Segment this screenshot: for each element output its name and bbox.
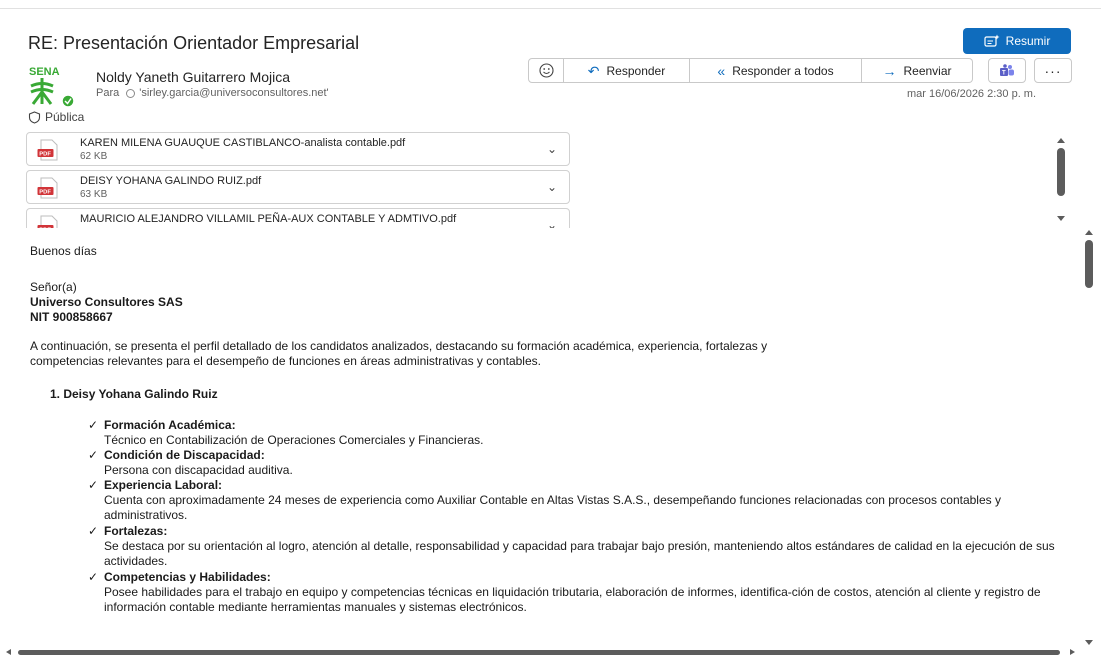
sender-name[interactable]: Noldy Yaneth Guitarrero Mojica: [96, 69, 290, 85]
forward-label: Reenviar: [903, 63, 952, 78]
more-actions-button[interactable]: ···: [1034, 58, 1072, 83]
recipient-line: Para 'sirley.garcia@universoconsultores.…: [96, 87, 329, 99]
forward-arrow-icon: →: [882, 62, 897, 79]
attachment-size: 63 KB: [80, 189, 108, 200]
to-label: Para: [96, 87, 120, 99]
section-label: Condición de Discapacidad:: [104, 448, 265, 462]
email-subject: RE: Presentación Orientador Empresarial: [28, 33, 360, 53]
intro-line: competencias relevantes para el desempeñ…: [30, 354, 541, 368]
svg-text:PDF: PDF: [39, 227, 51, 228]
attachment-item[interactable]: PDF DEISY YOHANA GALINDO RUIZ.pdf 63 KB …: [26, 170, 570, 204]
teams-group: T: [988, 58, 1026, 83]
candidate-title: 1. Deisy Yohana Galindo Ruiz: [50, 387, 218, 401]
reply-button[interactable]: ↶ Responder: [564, 58, 690, 83]
sensitivity-text: Pública: [45, 110, 85, 124]
attachment-list: PDF KAREN MILENA GUAUQUE CASTIBLANCO-ana…: [26, 132, 574, 228]
scroll-thumb: [18, 650, 1060, 655]
section-text: Persona con discapacidad auditiva.: [104, 463, 293, 477]
scroll-down-arrow-icon: [1085, 640, 1093, 645]
section-text: Se destaca por su orientación al logro, …: [104, 539, 1055, 568]
presence-available-icon: [61, 94, 75, 108]
scroll-right-arrow-icon: [1070, 649, 1075, 655]
pdf-icon: PDF: [37, 215, 58, 228]
attachment-size: 62 KB: [80, 151, 108, 162]
summarize-icon: [984, 34, 1000, 47]
company-nit: NIT 900858667: [30, 310, 113, 324]
section-text: Cuenta con aproximadamente 24 meses de e…: [104, 493, 1001, 522]
pdf-icon: PDF: [37, 139, 58, 161]
forward-button[interactable]: → Reenviar: [862, 58, 973, 83]
attachment-name: DEISY YOHANA GALINDO RUIZ.pdf: [80, 175, 262, 187]
attachment-item[interactable]: PDF KAREN MILENA GUAUQUE CASTIBLANCO-ana…: [26, 132, 570, 166]
summarize-button[interactable]: Resumir: [963, 28, 1071, 54]
recipient-presence-icon: [126, 88, 136, 98]
section-label: Formación Académica:: [104, 418, 236, 432]
chevron-down-icon[interactable]: ⌄: [547, 218, 557, 228]
scroll-thumb: [1085, 240, 1093, 288]
logo-text: SENA: [29, 66, 60, 78]
reply-all-arrow-icon: «: [717, 62, 726, 79]
scroll-thumb: [1057, 148, 1065, 196]
reply-all-button[interactable]: « Responder a todos: [690, 58, 862, 83]
reply-arrow-icon: ↶: [587, 62, 600, 79]
checkmark-icon: ✓: [88, 524, 99, 538]
svg-text:PDF: PDF: [39, 189, 51, 195]
checkmark-icon: ✓: [88, 478, 99, 492]
recipient-address[interactable]: 'sirley.garcia@universoconsultores.net': [139, 87, 328, 99]
reply-label: Responder: [606, 63, 666, 78]
more-icon: ···: [1044, 62, 1062, 79]
body-scrollbar[interactable]: [1079, 226, 1099, 646]
sender-avatar-logo: SENA: [29, 66, 75, 108]
attachments-scrollbar[interactable]: [1053, 134, 1069, 226]
summarize-label: Resumir: [1005, 34, 1051, 48]
section-label: Fortalezas:: [104, 524, 168, 538]
scroll-up-arrow-icon: [1085, 230, 1093, 235]
attachment-name: KAREN MILENA GUAUQUE CASTIBLANCO-analist…: [80, 137, 406, 149]
teams-chat-button[interactable]: T: [988, 58, 1026, 83]
chevron-down-icon[interactable]: ⌄: [547, 180, 557, 194]
checkmark-icon: ✓: [88, 448, 99, 462]
section-label: Experiencia Laboral:: [104, 478, 223, 492]
emoji-icon: [538, 63, 554, 78]
emoji-reaction-button[interactable]: [528, 58, 564, 83]
chevron-down-icon[interactable]: ⌄: [547, 142, 557, 156]
more-group: ···: [1034, 58, 1072, 83]
svg-text:PDF: PDF: [39, 151, 51, 157]
section-label: Competencias y Habilidades:: [104, 570, 271, 584]
checkmark-icon: ✓: [88, 570, 99, 584]
scroll-left-arrow-icon: [6, 649, 11, 655]
shield-icon: [28, 110, 41, 124]
salutation: Señor(a): [30, 280, 77, 294]
window-top-divider: [0, 8, 1101, 9]
horizontal-scrollbar[interactable]: [0, 648, 1101, 656]
section-text: Posee habilidades para el trabajo en equ…: [104, 585, 1041, 614]
section-text: Técnico en Contabilización de Operacione…: [104, 433, 484, 447]
greeting: Buenos días: [30, 244, 97, 258]
sent-date: mar 16/06/2026 2:30 p. m.: [907, 88, 1037, 100]
checkmark-icon: ✓: [88, 418, 99, 432]
attachment-name: MAURICIO ALEJANDRO VILLAMIL PEÑA-AUX CON…: [80, 213, 457, 225]
pdf-icon: PDF: [37, 177, 58, 199]
svg-text:T: T: [1002, 70, 1006, 76]
reaction-group: ↶ Responder « Responder a todos → Reenvi…: [528, 58, 973, 83]
sensitivity-label[interactable]: Pública: [28, 110, 84, 124]
company-name: Universo Consultores SAS: [30, 295, 183, 309]
scroll-down-arrow-icon: [1057, 216, 1065, 221]
intro-line: A continuación, se presenta el perfil de…: [30, 339, 768, 353]
teams-icon: T: [1000, 63, 1014, 76]
scroll-up-arrow-icon: [1057, 138, 1065, 143]
attachment-item[interactable]: PDF MAURICIO ALEJANDRO VILLAMIL PEÑA-AUX…: [26, 208, 570, 228]
reply-all-label: Responder a todos: [732, 63, 834, 78]
